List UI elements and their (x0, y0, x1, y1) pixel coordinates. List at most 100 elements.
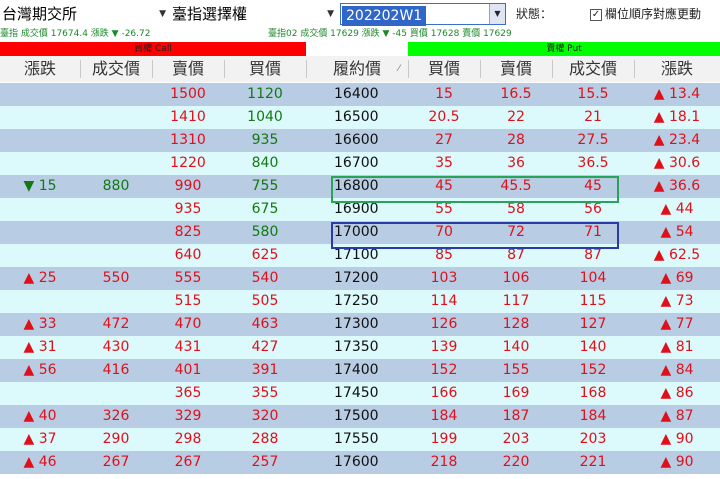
table-row[interactable]: ▲ 40 326 329 320 17500 184 187 184 ▲ 87 (0, 405, 720, 428)
auto-update-checkbox[interactable]: ✓ 欄位順序對應更動 (590, 5, 701, 22)
checkbox-check-icon[interactable]: ✓ (590, 8, 602, 21)
call-change-cell: ▲ 25 (23, 270, 57, 286)
call-change-cell (0, 106, 80, 129)
put-change-cell: ▲ 30.6 (653, 155, 701, 171)
call-last-cell (80, 83, 152, 106)
call-ask-cell: 935 (174, 201, 202, 217)
put-bid-cell: 126 (430, 316, 458, 332)
product-value: 臺指選擇權 (172, 5, 248, 23)
call-change-cell (0, 83, 80, 106)
header-divider[interactable] (552, 60, 553, 78)
table-row[interactable]: 365 355 17450 166 169 168 ▲ 86 (0, 382, 720, 405)
call-bid-cell: 463 (251, 316, 279, 332)
put-change-cell: ▲ 23.4 (653, 132, 701, 148)
header-divider[interactable] (408, 60, 409, 78)
dropdown-arrow-icon[interactable]: ▼ (489, 4, 505, 24)
table-row[interactable]: ▲ 56 416 401 391 17400 152 155 152 ▲ 84 (0, 359, 720, 382)
call-bid-cell: 391 (251, 362, 279, 378)
put-last-cell: 152 (579, 362, 607, 378)
put-change-cell: ▲ 54 (660, 224, 694, 240)
table-row[interactable]: ▲ 25 550 555 540 17200 103 106 104 ▲ 69 (0, 267, 720, 290)
put-change-cell: ▲ 87 (660, 408, 694, 424)
auto-update-label: 欄位順序對應更動 (605, 7, 702, 21)
header-divider[interactable] (306, 60, 307, 78)
status-label: 狀態： (516, 7, 553, 21)
table-row[interactable]: 515 505 17250 114 117 115 ▲ 73 (0, 290, 720, 313)
call-ask-cell: 365 (174, 385, 202, 401)
call-ask-cell: 1500 (170, 86, 206, 102)
call-last-cell (80, 290, 152, 313)
strike-price-cell: 17550 (334, 431, 379, 447)
product-select[interactable]: 臺指選擇權 ▼ (172, 3, 336, 25)
header-divider[interactable] (224, 60, 225, 78)
header-call-ask[interactable]: 賣價 (152, 56, 224, 82)
put-last-cell: 15.5 (577, 86, 609, 102)
header-call-bid[interactable]: 買價 (224, 56, 306, 82)
put-ask-cell: 169 (502, 385, 530, 401)
put-bid-cell: 114 (430, 293, 458, 309)
call-last-cell: 267 (102, 454, 130, 470)
put-change-cell: ▲ 81 (660, 339, 694, 355)
table-row[interactable]: ▲ 46 267 267 257 17600 218 220 221 ▲ 90 (0, 451, 720, 474)
call-change-cell: ▲ 37 (23, 431, 57, 447)
put-last-cell: 21 (584, 109, 602, 125)
call-change-cell: ▲ 56 (23, 362, 57, 378)
header-call-last[interactable]: 成交價 (80, 56, 152, 82)
call-last-cell: 550 (102, 270, 130, 286)
put-last-cell: 104 (579, 270, 607, 286)
call-last-cell: 880 (102, 178, 130, 194)
header-put-change[interactable]: 漲跌 (634, 56, 720, 82)
put-change-cell: ▲ 77 (660, 316, 694, 332)
header-put-bid[interactable]: 買價 (408, 56, 480, 82)
put-change-cell: ▲ 62.5 (653, 247, 701, 263)
chevron-down-icon[interactable]: ▼ (327, 3, 334, 25)
call-last-cell (80, 244, 152, 267)
call-bid-cell: 935 (251, 132, 279, 148)
header-divider[interactable] (480, 60, 481, 78)
call-change-cell: ▲ 40 (23, 408, 57, 424)
table-row[interactable]: ▲ 37 290 298 288 17550 199 203 203 ▲ 90 (0, 428, 720, 451)
call-change-cell (0, 198, 80, 221)
call-ask-cell: 990 (174, 178, 202, 194)
header-call-change[interactable]: 漲跌 (0, 56, 80, 82)
put-ask-cell: 28 (507, 132, 525, 148)
strike-price-cell: 17600 (334, 454, 379, 470)
put-change-cell: ▲ 84 (660, 362, 694, 378)
table-row[interactable]: ▲ 31 430 431 427 17350 139 140 140 ▲ 81 (0, 336, 720, 359)
header-put-last[interactable]: 成交價 (552, 56, 634, 82)
exchange-select[interactable]: 台灣期交所 ▼ (2, 3, 168, 25)
sort-indicator-icon[interactable]: ⁄ (392, 56, 406, 82)
put-change-cell: ▲ 36.6 (653, 178, 701, 194)
call-last-cell (80, 152, 152, 175)
call-ask-cell: 267 (174, 454, 202, 470)
put-last-cell: 140 (579, 339, 607, 355)
strike-price-cell: 17200 (334, 270, 379, 286)
call-bid-cell: 675 (251, 201, 279, 217)
table-row[interactable]: 1220 840 16700 35 36 36.5 ▲ 30.6 (0, 152, 720, 175)
table-row[interactable]: 1310 935 16600 27 28 27.5 ▲ 23.4 (0, 129, 720, 152)
put-ask-cell: 203 (502, 431, 530, 447)
table-row[interactable]: 1500 1120 16400 15 16.5 15.5 ▲ 13.4 (0, 83, 720, 106)
header-divider[interactable] (80, 60, 81, 78)
call-bid-cell: 505 (251, 293, 279, 309)
call-bid-cell: 427 (251, 339, 279, 355)
header-divider[interactable] (152, 60, 153, 78)
header-divider[interactable] (634, 60, 635, 78)
chevron-down-icon[interactable]: ▼ (159, 3, 166, 25)
week-select[interactable]: 202202W1 ▼ (340, 3, 506, 26)
table-row[interactable]: ▲ 33 472 470 463 17300 126 128 127 ▲ 77 (0, 313, 720, 336)
put-ask-cell: 36 (507, 155, 525, 171)
table-row[interactable]: 1410 1040 16500 20.5 22 21 ▲ 18.1 (0, 106, 720, 129)
header-put-ask[interactable]: 賣價 (480, 56, 552, 82)
put-bid-cell: 184 (430, 408, 458, 424)
call-bid-cell: 540 (251, 270, 279, 286)
strike-price-cell: 17250 (334, 293, 379, 309)
put-last-cell: 127 (579, 316, 607, 332)
call-ask-cell: 1220 (170, 155, 206, 171)
put-last-cell: 36.5 (577, 155, 609, 171)
call-last-cell (80, 106, 152, 129)
put-change-cell: ▲ 69 (660, 270, 694, 286)
call-last-cell (80, 198, 152, 221)
call-ask-cell: 1310 (170, 132, 206, 148)
put-bid-cell: 103 (430, 270, 458, 286)
